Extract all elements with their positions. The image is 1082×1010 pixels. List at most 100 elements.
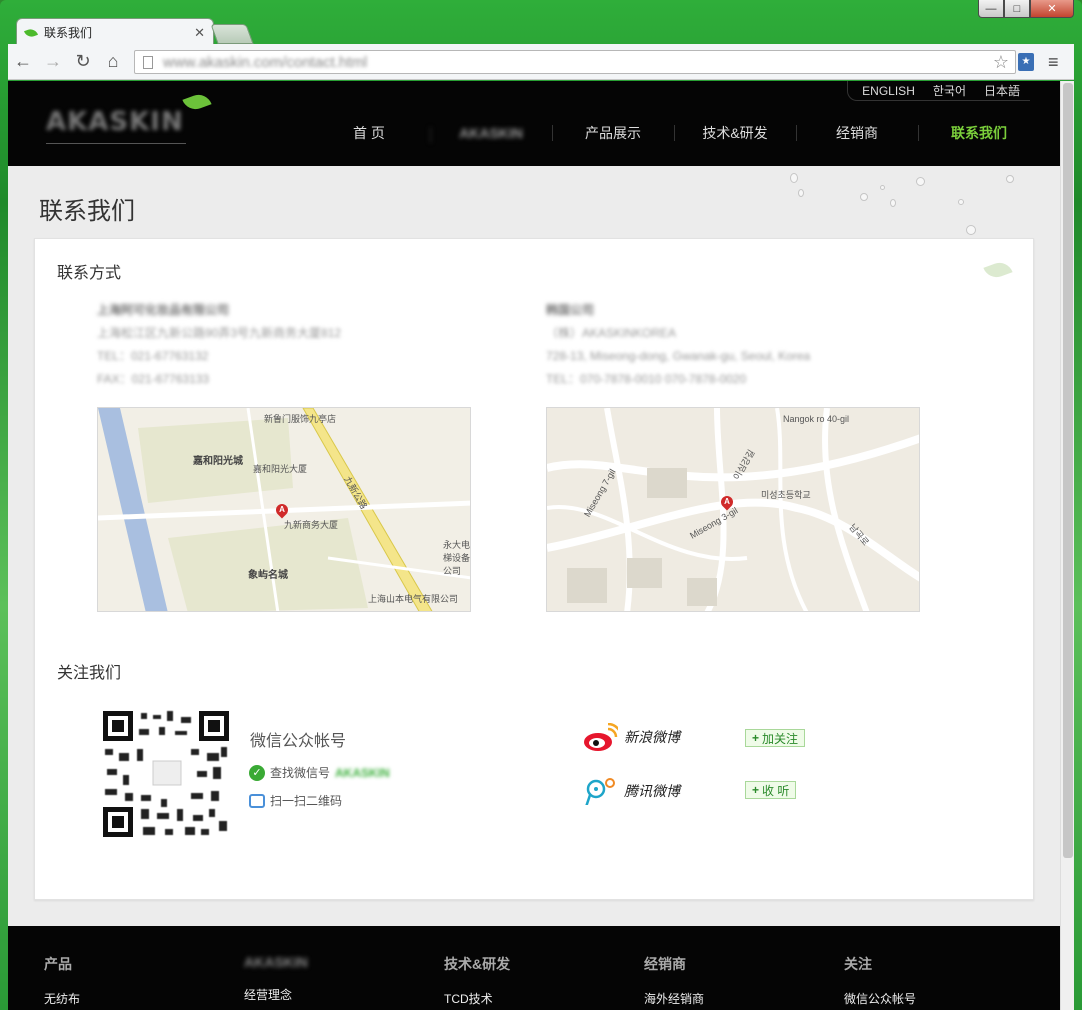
- footer-column-follow: 关注 微信公众帐号: [844, 954, 1044, 1007]
- site-logo[interactable]: AKASKIN: [46, 90, 212, 145]
- tencent-weibo-icon: [585, 778, 615, 805]
- map-label: 新鲁门服饰九亭店: [264, 414, 337, 424]
- map-label: Nangok ro 40-gil: [783, 414, 850, 424]
- plus-icon: +: [752, 783, 760, 797]
- footer-heading: 经销商: [644, 956, 686, 972]
- footer-link[interactable]: TCD技术: [444, 990, 644, 1007]
- nav-dealers[interactable]: 经销商: [796, 123, 918, 143]
- korea-map[interactable]: Nangok ro 40-gil Miseong 7-gil Miseong 3…: [546, 407, 920, 612]
- footer-column-tech: 技术&研发 TCD技术: [444, 954, 644, 1007]
- wechat-scan-line: 扫一扫二维码: [249, 792, 342, 809]
- logo-leaf-icon: [182, 90, 212, 114]
- shanghai-address: 上海阿可化妆品有限公司 上海松江区九新公路90弄3号九新商务大厦812 TEL：…: [97, 299, 341, 391]
- footer-link[interactable]: 微信公众帐号: [844, 990, 1044, 1007]
- nav-contact[interactable]: 联系我们: [918, 123, 1040, 143]
- shanghai-tel: TEL：021-67763132: [97, 349, 209, 363]
- korea-name: （株）AKASKINKOREA: [546, 326, 677, 340]
- footer-link[interactable]: 海外经销商: [644, 990, 844, 1007]
- map-label: 上海山本电气有限公司: [368, 594, 459, 604]
- content-card: 联系方式 上海阿可化妆品有限公司 上海松江区九新公路90弄3号九新商务大厦812…: [34, 238, 1034, 900]
- check-icon: ✓: [249, 764, 265, 781]
- page-icon: [143, 55, 153, 69]
- wechat-find-label: 查找微信号: [270, 766, 331, 780]
- page-title: 联系我们: [39, 198, 135, 225]
- droplet-decoration: [916, 177, 925, 186]
- browser-toolbar: ← → ↻ ⌂ www.akaskin.com/contact.html ☆ ★…: [8, 44, 1074, 80]
- site-footer: 产品 无纺布 AKASKIN 经营理念 技术&研发 TCD技术 经销商 海外经销…: [8, 926, 1060, 1010]
- sina-follow-button[interactable]: + 加关注: [745, 729, 806, 747]
- footer-link[interactable]: 经营理念: [244, 986, 444, 1003]
- back-icon[interactable]: ←: [8, 51, 38, 72]
- sina-follow-label: 加关注: [762, 731, 799, 746]
- contact-section-title: 联系方式: [57, 265, 122, 282]
- droplet-decoration: [958, 199, 964, 205]
- home-icon[interactable]: ⌂: [98, 51, 128, 72]
- address-bar[interactable]: www.akaskin.com/contact.html ☆: [134, 50, 1016, 74]
- vertical-scrollbar[interactable]: [1060, 81, 1074, 1010]
- shanghai-map[interactable]: 新鲁门服饰九亭店 嘉和阳光城 嘉和阳光大厦 A 九新商务大厦 九新公路 象屿名城…: [97, 407, 471, 612]
- bookmark-star-icon[interactable]: ☆: [993, 52, 1015, 73]
- footer-column-dealers: 经销商 海外经销商: [644, 954, 844, 1007]
- droplet-decoration: [860, 193, 868, 201]
- map-label: 九新商务大厦: [284, 520, 339, 530]
- reload-icon[interactable]: ↻: [68, 51, 98, 72]
- footer-heading: 技术&研发: [444, 956, 511, 972]
- qr-code-graphic: [101, 709, 231, 839]
- footer-column-products: 产品 无纺布: [44, 954, 244, 1007]
- map-label: 象屿名城: [248, 570, 288, 581]
- tab-title: 联系我们: [44, 26, 93, 40]
- close-button[interactable]: ✕: [1030, 0, 1074, 18]
- window-controls: — □ ✕: [978, 0, 1074, 18]
- wechat-id: AKASKIN: [335, 765, 390, 780]
- map-pin-icon: A: [273, 501, 291, 519]
- wechat-find-line: ✓ 查找微信号 AKASKIN: [249, 764, 390, 781]
- minimize-button[interactable]: —: [978, 0, 1004, 18]
- droplet-decoration: [798, 189, 804, 197]
- tab-close-icon[interactable]: ✕: [194, 25, 205, 41]
- nav-products[interactable]: 产品展示: [552, 123, 674, 143]
- map-pin-icon: A: [718, 493, 736, 511]
- map-label: 嘉和阳光城: [193, 456, 243, 467]
- droplet-decoration: [1006, 175, 1014, 183]
- lang-english[interactable]: ENGLISH: [862, 84, 915, 98]
- language-bar: ENGLISH 한국어 日本語: [847, 81, 1030, 101]
- leaf-icon: [983, 258, 1013, 282]
- wechat-title: 微信公众帐号: [250, 733, 347, 750]
- droplet-decoration: [890, 199, 896, 207]
- korea-tel: TEL：070-7878-0010 070-7878-0020: [546, 372, 747, 386]
- tencent-listen-label: 收 听: [762, 783, 790, 798]
- nav-brand[interactable]: AKASKIN: [430, 125, 552, 143]
- map-label: 嘉和阳光大厦: [253, 464, 308, 474]
- droplet-decoration: [790, 173, 798, 183]
- menu-icon[interactable]: ≡: [1048, 52, 1059, 73]
- lang-japanese[interactable]: 日本語: [984, 82, 1020, 99]
- extension-icon[interactable]: ★: [1018, 53, 1034, 71]
- logo-text: AKASKIN: [46, 107, 184, 137]
- tencent-listen-button[interactable]: + 收 听: [745, 781, 797, 799]
- logo-underline: [46, 143, 186, 144]
- sina-weibo[interactable]: 新浪微博: [582, 723, 680, 751]
- footer-heading: 产品: [44, 956, 72, 972]
- url-text: www.akaskin.com/contact.html: [163, 53, 368, 71]
- maximize-button[interactable]: □: [1004, 0, 1030, 18]
- shanghai-street: 上海松江区九新公路90弄3号九新商务大厦812: [97, 326, 342, 340]
- nav-home[interactable]: 首 页: [308, 123, 430, 143]
- lang-korean[interactable]: 한국어: [933, 82, 966, 99]
- forward-icon[interactable]: →: [38, 51, 68, 72]
- nav-tech[interactable]: 技术&研发: [674, 123, 796, 143]
- footer-heading: 关注: [844, 956, 872, 972]
- footer-link[interactable]: 无纺布: [44, 990, 244, 1007]
- shanghai-company: 上海阿可化妆品有限公司: [97, 303, 230, 317]
- map-label: 미성초등학교: [761, 490, 811, 500]
- footer-heading: AKASKIN: [244, 954, 308, 970]
- tab-contact[interactable]: 联系我们 ✕: [16, 18, 214, 46]
- tencent-weibo[interactable]: 腾讯微博: [582, 777, 680, 805]
- footer-column-brand: AKASKIN 经营理念: [244, 954, 444, 1003]
- scan-icon: [249, 793, 265, 808]
- favicon-leaf-icon: [23, 26, 39, 39]
- sina-weibo-icon: [584, 723, 618, 751]
- new-tab-button[interactable]: [210, 24, 254, 44]
- scroll-thumb[interactable]: [1063, 83, 1073, 858]
- main-nav: 首 页 AKASKIN 产品展示 技术&研发 经销商 联系我们: [308, 121, 1040, 145]
- tencent-weibo-label: 腾讯微博: [624, 783, 680, 799]
